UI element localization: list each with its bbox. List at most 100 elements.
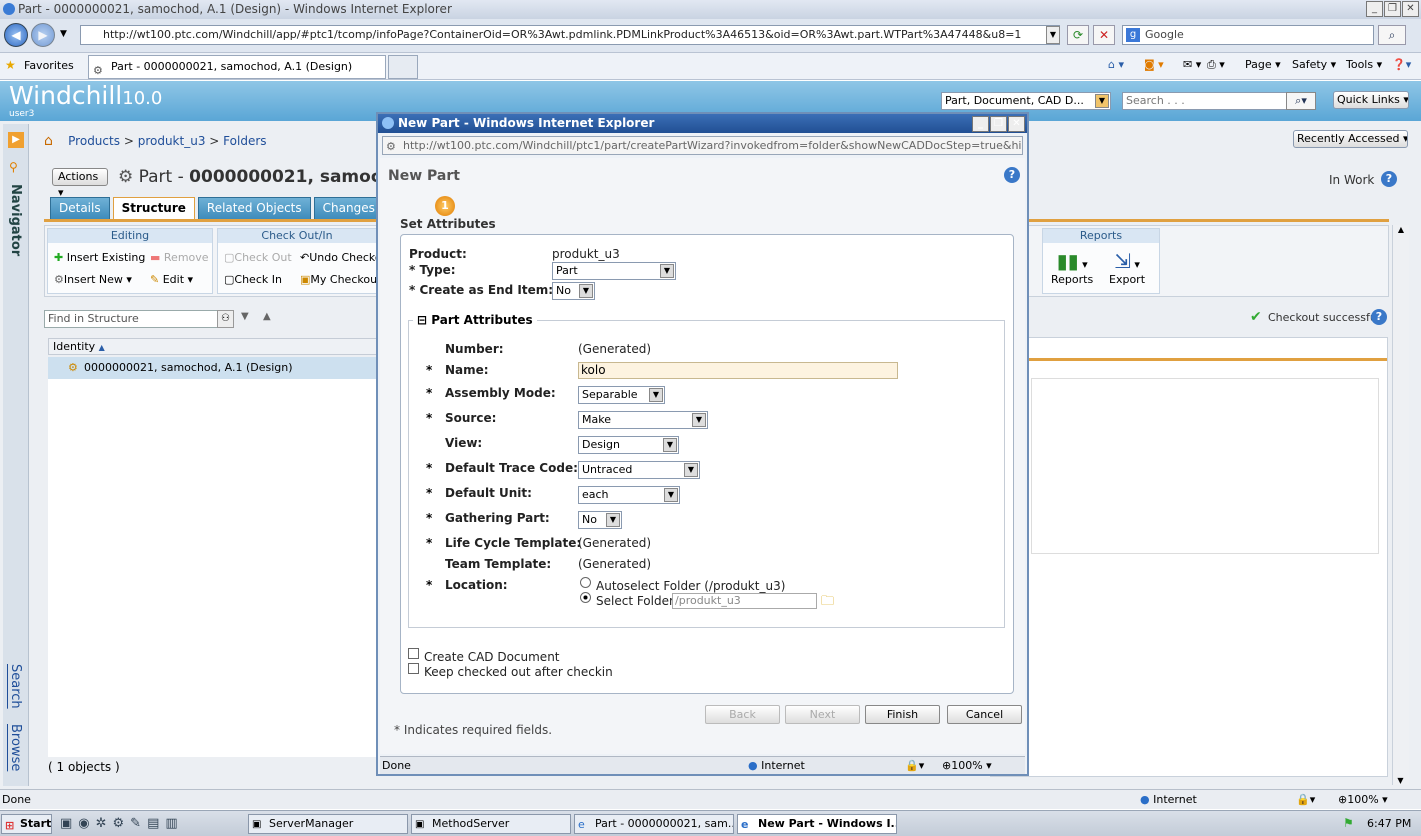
search-link[interactable]: Search bbox=[8, 664, 23, 709]
zoom-level[interactable]: ⊕100% ▾ bbox=[1338, 790, 1388, 809]
reports-button[interactable]: ▮▮ ▾ Reports bbox=[1051, 249, 1093, 286]
select-folder-radio[interactable] bbox=[580, 592, 591, 603]
source-select[interactable]: Make ▼ bbox=[578, 411, 708, 429]
trace-code-select[interactable]: Untraced ▼ bbox=[578, 461, 700, 479]
refresh-icon[interactable]: ⟳ bbox=[1067, 25, 1089, 45]
back-button[interactable]: Back bbox=[705, 705, 780, 724]
collapse-icon[interactable]: ⊟ bbox=[417, 313, 427, 327]
feeds-icon[interactable]: ◙ ▾ bbox=[1144, 58, 1164, 71]
check-out-button[interactable]: ▢Check Out bbox=[224, 251, 292, 264]
back-button[interactable]: ◀ bbox=[4, 23, 28, 47]
tab-changes[interactable]: Changes bbox=[313, 197, 384, 219]
expand-navigator-icon[interactable]: ▶ bbox=[8, 132, 24, 148]
end-item-select[interactable]: No ▼ bbox=[552, 282, 595, 300]
favorites-button[interactable]: Favorites bbox=[24, 59, 74, 72]
insert-existing-button[interactable]: ✚ Insert Existing bbox=[54, 251, 145, 264]
protected-mode-icon[interactable]: 🔒▾ bbox=[1296, 790, 1315, 809]
folder-browse-icon[interactable]: 🗀 bbox=[821, 592, 834, 614]
breadcrumb-folders[interactable]: Folders bbox=[223, 134, 266, 148]
tab-details[interactable]: Details bbox=[50, 197, 110, 219]
help-icon[interactable]: ? bbox=[1004, 167, 1020, 183]
web-search-input[interactable]: g Google bbox=[1122, 25, 1374, 45]
find-in-structure-input[interactable]: Find in Structure bbox=[44, 310, 234, 328]
maximize-button[interactable]: ❐ bbox=[990, 116, 1007, 132]
create-cad-checkbox[interactable] bbox=[408, 648, 419, 659]
search-icon[interactable]: ⌕ bbox=[1378, 25, 1406, 45]
history-dropdown-icon[interactable]: ▼ bbox=[60, 29, 67, 39]
undo-checkout-button[interactable]: ↶Undo Checko bbox=[300, 251, 382, 264]
page-menu[interactable]: Page ▾ bbox=[1245, 58, 1281, 71]
minimize-button[interactable]: _ bbox=[1366, 1, 1383, 17]
help-icon[interactable]: ? bbox=[1381, 171, 1397, 187]
address-dropdown-icon[interactable]: ▼ bbox=[1046, 26, 1060, 44]
tools-menu[interactable]: Tools ▾ bbox=[1346, 58, 1382, 71]
dialog-controls: _ ❐ ✕ bbox=[972, 116, 1025, 132]
remove-button[interactable]: ▬ Remove bbox=[150, 251, 209, 264]
close-button[interactable]: ✕ bbox=[1008, 116, 1025, 132]
export-button[interactable]: ⇲ ▾ Export bbox=[1109, 249, 1145, 286]
autoselect-folder-label: Autoselect Folder (/produkt_u3) bbox=[596, 579, 786, 593]
tab-structure[interactable]: Structure bbox=[112, 197, 195, 219]
binoculars-icon[interactable]: ⚇ bbox=[217, 310, 234, 328]
page-scrollbar[interactable]: ▲ ▼ bbox=[1392, 225, 1409, 785]
stop-icon[interactable]: ✕ bbox=[1093, 25, 1115, 45]
task-servermanager[interactable]: ▣ ServerManager bbox=[248, 814, 408, 834]
filter-icon[interactable]: ▼ bbox=[241, 311, 249, 322]
table-row[interactable]: ⚙ 0000000021, samochod, A.1 (Design) bbox=[48, 357, 378, 379]
protected-mode-icon[interactable]: 🔒▾ bbox=[905, 757, 924, 774]
export-icon: ⇲ bbox=[1114, 249, 1131, 273]
assembly-mode-select[interactable]: Separable ▼ bbox=[578, 386, 665, 404]
breadcrumb-products[interactable]: Products bbox=[68, 134, 120, 148]
browse-link[interactable]: Browse bbox=[8, 724, 23, 771]
print-icon[interactable]: ⎙ ▾ bbox=[1207, 58, 1225, 72]
identity-column-header[interactable]: Identity ▲ bbox=[48, 338, 378, 355]
home-icon[interactable]: ⌂ bbox=[44, 133, 53, 149]
tray-icon[interactable]: ⚑ bbox=[1343, 816, 1354, 830]
recently-accessed-button[interactable]: Recently Accessed ▾ bbox=[1293, 130, 1408, 148]
edit-button[interactable]: ✎ Edit ▾ bbox=[150, 273, 193, 286]
safety-menu[interactable]: Safety ▾ bbox=[1292, 58, 1336, 71]
forward-button[interactable]: ▶ bbox=[31, 23, 55, 47]
keep-checked-out-checkbox[interactable] bbox=[408, 663, 419, 674]
type-select[interactable]: Part ▼ bbox=[552, 262, 676, 280]
new-tab-button[interactable] bbox=[388, 55, 418, 79]
close-button[interactable]: ✕ bbox=[1402, 1, 1419, 17]
start-button[interactable]: ⊞ Start bbox=[1, 814, 52, 834]
task-methodserver[interactable]: ▣ MethodServer bbox=[411, 814, 571, 834]
mail-icon[interactable]: ✉ ▾ bbox=[1183, 58, 1201, 71]
collapse-icon[interactable]: ▲ bbox=[263, 311, 271, 322]
pin-icon[interactable]: ⚲ bbox=[9, 160, 18, 174]
finish-button[interactable]: Finish bbox=[865, 705, 940, 724]
help-icon[interactable]: ? bbox=[1371, 309, 1387, 325]
name-input[interactable]: kolo bbox=[578, 362, 898, 379]
part-attributes-legend[interactable]: ⊟ Part Attributes bbox=[413, 313, 537, 327]
cancel-button[interactable]: Cancel bbox=[947, 705, 1022, 724]
browser-tab[interactable]: ⚙ Part - 0000000021, samochod, A.1 (Desi… bbox=[88, 55, 386, 79]
view-select[interactable]: Design ▼ bbox=[578, 436, 679, 454]
check-in-button[interactable]: ▢Check In bbox=[224, 273, 282, 286]
default-unit-select[interactable]: each ▼ bbox=[578, 486, 680, 504]
insert-new-button[interactable]: ⚙Insert New ▾ bbox=[54, 273, 132, 286]
search-type-select[interactable]: Part, Document, CAD D... ▼ bbox=[941, 92, 1111, 110]
next-button[interactable]: Next bbox=[785, 705, 860, 724]
dialog-zoom-level[interactable]: ⊕100% ▾ bbox=[942, 757, 992, 774]
quick-links-button[interactable]: Quick Links ▾ bbox=[1333, 91, 1409, 109]
my-checkouts-button[interactable]: ▣My Checkout bbox=[300, 273, 381, 286]
autoselect-folder-radio[interactable] bbox=[580, 577, 591, 588]
task-new-part-window[interactable]: e New Part - Windows I... bbox=[737, 814, 897, 834]
actions-menu-button[interactable]: Actions ▾ bbox=[52, 168, 108, 199]
task-part-window[interactable]: e Part - 0000000021, sam... bbox=[574, 814, 734, 834]
help-icon[interactable]: ❓▾ bbox=[1392, 58, 1411, 71]
windchill-search-input[interactable]: Search . . . bbox=[1122, 92, 1287, 110]
tab-related-objects[interactable]: Related Objects bbox=[197, 197, 311, 219]
minimize-button[interactable]: _ bbox=[972, 116, 989, 132]
dialog-address-bar[interactable]: ⚙ http://wt100.ptc.com/Windchill/ptc1/pa… bbox=[382, 136, 1023, 155]
windchill-search-icon[interactable]: ⌕▾ bbox=[1286, 92, 1316, 110]
address-bar[interactable]: http://wt100.ptc.com/Windchill/app/#ptc1… bbox=[80, 25, 1060, 45]
folder-path-input[interactable]: /produkt_u3 bbox=[672, 593, 817, 609]
gathering-part-select[interactable]: No ▼ bbox=[578, 511, 622, 529]
home-icon[interactable]: ⌂ ▾ bbox=[1108, 58, 1124, 71]
quick-launch-icons[interactable]: ▣◉✲⚙✎▤▥ bbox=[60, 816, 184, 831]
maximize-button[interactable]: ❐ bbox=[1384, 1, 1401, 17]
breadcrumb-product[interactable]: produkt_u3 bbox=[138, 134, 206, 148]
